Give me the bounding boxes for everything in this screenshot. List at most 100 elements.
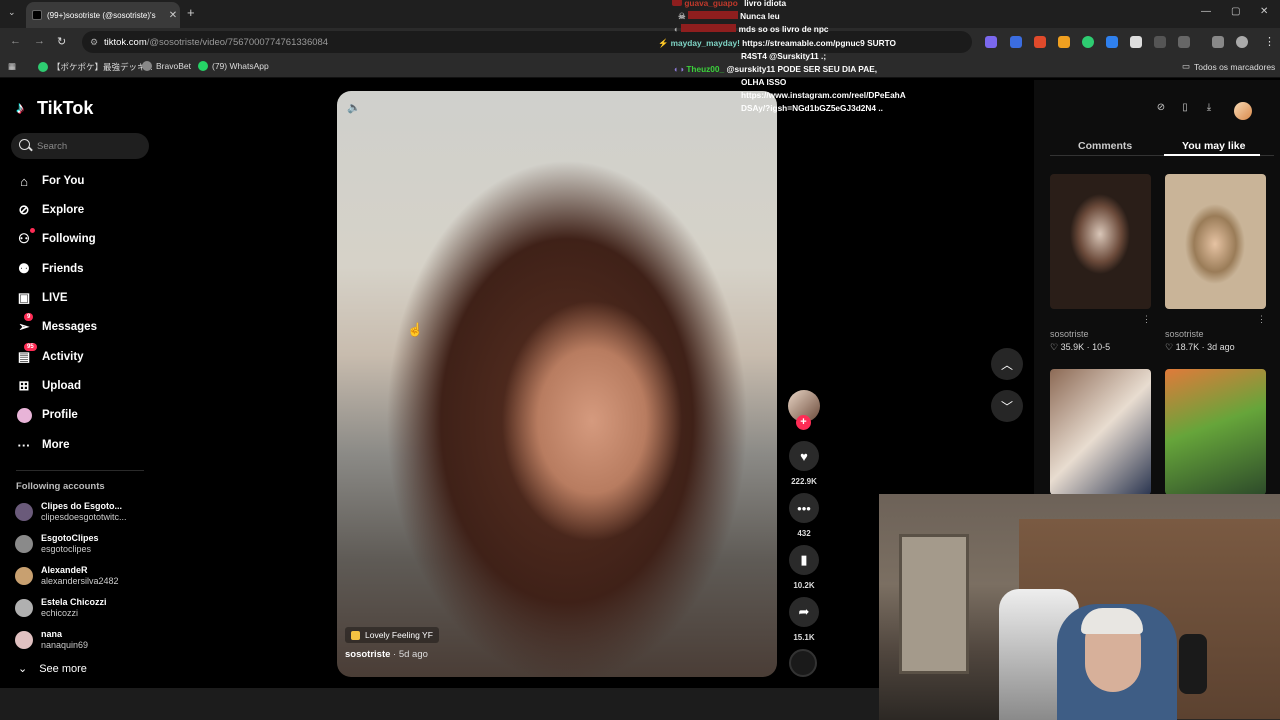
thumbnail-stats: ♡ 18.7K · 3d ago <box>1165 342 1235 352</box>
see-more-button[interactable]: ⌄ See more <box>18 662 87 676</box>
nav-label: Activity <box>42 351 84 363</box>
extension-icon[interactable] <box>1058 36 1070 48</box>
more-options-icon[interactable]: ⋮ <box>1257 314 1266 325</box>
logo-text: TikTok <box>37 98 94 118</box>
bookmark-item[interactable]: (79) WhatsApp <box>198 61 269 71</box>
reading-list-icon[interactable] <box>1212 36 1224 48</box>
apps-grid-icon[interactable]: ▦ <box>8 61 16 72</box>
compass-icon[interactable]: ⊘ <box>1154 102 1168 116</box>
extension-icon[interactable] <box>1082 36 1094 48</box>
download-icon[interactable]: ⤓ <box>1202 102 1216 116</box>
volume-icon[interactable]: 🔈 <box>347 101 361 114</box>
extension-icon[interactable] <box>1010 36 1022 48</box>
comment-action[interactable]: ••• 432 <box>788 493 820 538</box>
following-account[interactable]: AlexandeR alexandersilva2482 <box>15 565 119 587</box>
close-window-icon[interactable]: ✕ <box>1260 6 1268 17</box>
account-name: Estela Chicozzi <box>41 597 107 607</box>
following-account[interactable]: Estela Chicozzi echicozzi <box>15 597 107 619</box>
chat-user: guava_guapo <box>684 0 738 8</box>
extension-icon[interactable] <box>1130 36 1142 48</box>
sound-link[interactable]: Lovely Feeling YF <box>345 627 439 643</box>
back-icon[interactable]: ← <box>10 35 21 47</box>
bookmark-icon[interactable]: ▮ <box>789 545 819 575</box>
nav-messages[interactable]: ➢ 9 Messages <box>16 313 97 338</box>
heart-icon[interactable]: ♥ <box>789 441 819 471</box>
chat-badge-icon: ◐ <box>674 24 680 34</box>
nav-activity[interactable]: ▤ 95 Activity <box>16 343 84 368</box>
nav-upload[interactable]: ⊞ Upload <box>16 375 81 397</box>
nav-live[interactable]: ▣ LIVE <box>16 287 68 309</box>
top-icons: ⊘ ▯ ⤓ <box>1154 102 1216 116</box>
extension-icon[interactable] <box>985 36 997 48</box>
bookmark-item[interactable]: BravoBet <box>142 61 191 71</box>
nav-friends[interactable]: ⚉ Friends <box>16 258 83 280</box>
following-account[interactable]: EsgotoClipes esgotoclipes <box>15 533 99 555</box>
video-player[interactable]: 🔈 Lovely Feeling YF sosotriste · 5d ago <box>337 91 777 677</box>
nav-label: Explore <box>42 204 85 216</box>
browser-tab[interactable]: (99+)sosotriste (@sosotriste)'s ✕ <box>26 2 180 28</box>
account-handle: alexandersilva2482 <box>41 576 119 586</box>
tiktok-logo[interactable]: ♪ TikTok <box>16 98 93 119</box>
extension-icon[interactable] <box>1154 36 1166 48</box>
tab-comments[interactable]: Comments <box>1078 140 1132 152</box>
notification-dot <box>30 228 35 233</box>
close-tab-icon[interactable]: ✕ <box>166 10 180 21</box>
extension-icon[interactable] <box>1106 36 1118 48</box>
video-thumbnail[interactable] <box>1165 174 1266 309</box>
new-tab-icon[interactable]: + <box>187 5 195 20</box>
user-avatar[interactable] <box>1234 102 1252 120</box>
chat-message: R4ST4 @Surskity11 .; <box>741 51 827 61</box>
following-account[interactable]: Clipes do Esgoto... clipesdoesgototwitc..… <box>15 501 127 523</box>
music-disc-icon[interactable] <box>789 649 817 677</box>
like-action[interactable]: ♥ 222.9K <box>788 441 820 486</box>
follow-plus-button[interactable]: + <box>796 415 811 430</box>
chat-user: Theuz00_ <box>686 64 725 74</box>
avatar <box>15 631 33 649</box>
active-tab-indicator <box>1164 154 1260 156</box>
tab-you-may-like[interactable]: You may like <box>1182 140 1245 152</box>
nav-for-you[interactable]: ⌂ For You <box>16 170 84 192</box>
maximize-icon[interactable]: ▢ <box>1231 6 1240 17</box>
chat-badge-icon: ⚡ <box>658 38 669 48</box>
video-thumbnail[interactable] <box>1050 174 1151 309</box>
nav-more[interactable]: ··· More <box>16 434 70 456</box>
profile-avatar-icon[interactable] <box>1236 36 1248 48</box>
search-input[interactable]: Search <box>11 133 149 159</box>
site-info-icon[interactable]: ⚙ <box>90 37 98 48</box>
previous-video-button[interactable]: ︿ <box>991 348 1023 380</box>
minimize-icon[interactable]: — <box>1201 6 1211 17</box>
chat-line: ☠ Nunca leu <box>678 10 780 23</box>
tab-list-chevron-icon[interactable]: ⌄ <box>8 7 16 18</box>
extension-icon[interactable] <box>1034 36 1046 48</box>
nav-explore[interactable]: ⊘ Explore <box>16 199 85 221</box>
bookmark-item[interactable]: 【ポケポケ】最強デッキ... <box>38 61 153 73</box>
share-action[interactable]: ➦ 15.1K <box>788 597 820 642</box>
webcam-microphone <box>1179 634 1207 694</box>
video-author[interactable]: sosotriste <box>345 649 390 660</box>
forward-icon[interactable]: → <box>34 35 45 47</box>
more-options-icon[interactable]: ⋮ <box>1142 314 1151 325</box>
all-bookmarks-folder[interactable]: ▭ Todos os marcadores <box>1182 61 1275 72</box>
reload-icon[interactable]: ↻ <box>57 35 66 48</box>
share-icon[interactable]: ➦ <box>789 597 819 627</box>
account-name: EsgotoClipes <box>41 533 99 543</box>
comment-icon[interactable]: ••• <box>789 493 819 523</box>
bookmark-label: (79) WhatsApp <box>212 61 269 71</box>
video-thumbnail[interactable] <box>1165 369 1266 495</box>
nav-profile[interactable]: Profile <box>16 404 78 426</box>
next-video-button[interactable]: ﹀ <box>991 390 1023 422</box>
thumbnail-user[interactable]: sosotriste <box>1165 329 1235 339</box>
save-action[interactable]: ▮ 10.2K <box>788 545 820 590</box>
avatar <box>15 535 33 553</box>
nav-following[interactable]: ⚇ Following <box>16 228 96 250</box>
chevron-down-icon: ﹀ <box>1000 399 1013 414</box>
extensions-puzzle-icon[interactable] <box>1178 36 1190 48</box>
browser-menu-icon[interactable]: ⋮ <box>1264 35 1275 48</box>
phone-icon[interactable]: ▯ <box>1178 102 1192 116</box>
video-thumbnail[interactable] <box>1050 369 1151 495</box>
chat-message: mds so os livro de npc <box>738 24 829 34</box>
thumbnail-user[interactable]: sosotriste <box>1050 329 1110 339</box>
profile-icon <box>16 407 32 423</box>
nav-label: Messages <box>42 321 97 333</box>
following-account[interactable]: nana nanaquin69 <box>15 629 88 651</box>
